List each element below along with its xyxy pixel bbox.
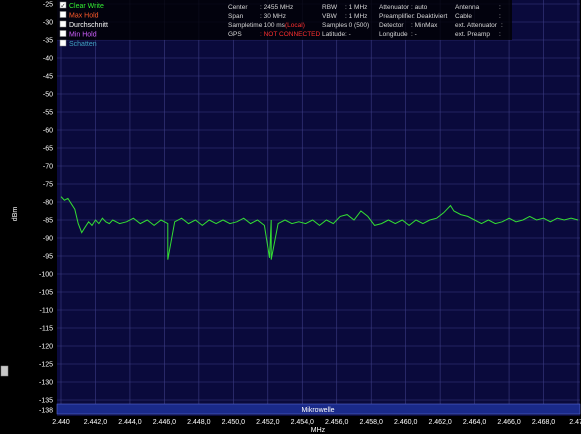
span-label: Span — [228, 13, 244, 20]
center-label: Center — [228, 4, 248, 11]
x-axis-title: MHz — [311, 427, 326, 434]
y-tick-label: -25 — [43, 2, 53, 9]
detector-label: Detector — [379, 22, 404, 29]
scroll-handle[interactable] — [0, 365, 9, 377]
longitude-value: : - — [411, 31, 417, 38]
center-value: : 2455 MHz — [260, 4, 293, 11]
samples-value: : 0 (500) — [345, 22, 369, 29]
y-tick-label: -120 — [39, 344, 53, 351]
latitude-label: Latitude — [322, 31, 346, 38]
y-tick-label: -95 — [43, 254, 53, 261]
y-tick-label: -125 — [39, 362, 53, 369]
ext-preamp-value: : — [499, 31, 501, 38]
rbw-label: RBW — [322, 4, 338, 11]
x-tick-label: 2.462,0 — [428, 419, 451, 426]
antenna-label: Antenna — [455, 4, 480, 11]
x-tick-label: 2.452,0 — [256, 419, 279, 426]
x-tick-label: 2.442,0 — [84, 419, 107, 426]
y-tick-label: -60 — [43, 128, 53, 135]
x-tick-label: 2.444,0 — [118, 419, 141, 426]
x-tick-label: 2.470 — [569, 419, 581, 426]
y-tick-label: -35 — [43, 38, 53, 45]
y-tick-label: -135 — [39, 398, 53, 405]
x-tick-label: 2.448,0 — [187, 419, 210, 426]
gps-value: : NOT CONNECTED — [260, 31, 320, 38]
ext-attenuator-value: : — [501, 22, 503, 29]
x-tick-label: 2.464,0 — [463, 419, 486, 426]
x-tick-label: 2.450,0 — [222, 419, 245, 426]
preamp-value: : Deaktiviert — [413, 13, 448, 20]
rbw-value: : 1 MHz — [345, 4, 367, 11]
legend-checkbox[interactable] — [59, 39, 67, 47]
legend-label: Durchschnitt — [69, 22, 108, 29]
spectrum-chart: -25 -30 -35 -40 -45 -50 -55 -60 -65 -70 -75 -80 -85 -… — [0, 0, 581, 434]
sampletime-label: Sampletime — [228, 22, 263, 29]
legend-label: Min Hold — [69, 32, 97, 39]
ext-attenuator-label: ext. Attenuator — [455, 22, 498, 29]
latitude-value: : - — [345, 31, 351, 38]
y-tick-label: -40 — [43, 56, 53, 63]
detector-value: : MinMax — [411, 22, 438, 29]
x-tick-label: 2.460,0 — [394, 419, 417, 426]
y-tick-label: -30 — [43, 20, 53, 27]
legend-label: Schatten — [69, 41, 97, 48]
x-axis-ticks: 2.440 2.442,0 2.444,0 2.446,0 2.448,0 2.450,0… — [52, 419, 581, 426]
y-tick-label: -50 — [43, 92, 53, 99]
x-tick-label: 2.440 — [52, 419, 70, 426]
legend-checkmark: ✓ — [61, 3, 66, 10]
y-tick-label: -75 — [43, 182, 53, 189]
y-tick-label: -80 — [43, 200, 53, 207]
y-tick-label: -100 — [39, 272, 53, 279]
sampletime-value: : 100 ms — [260, 22, 286, 29]
y-axis-ticks: -25 -30 -35 -40 -45 -50 -55 -60 -65 -70 -75 -80 -85 -… — [39, 2, 53, 415]
preamp-label: Preamplifier — [379, 13, 415, 20]
antenna-value: : — [499, 4, 501, 11]
ext-preamp-label: ext. Preamp — [455, 31, 490, 38]
y-tick-label: -45 — [43, 74, 53, 81]
sampletime-extra: (Local) — [285, 22, 305, 29]
span-value: : 30 MHz — [260, 13, 286, 20]
x-tick-label: 2.456,0 — [325, 419, 348, 426]
x-tick-label: 2.446,0 — [153, 419, 176, 426]
y-tick-label: -138 — [39, 408, 53, 415]
legend-checkbox[interactable] — [59, 20, 67, 28]
y-tick-label: -115 — [40, 326, 54, 333]
y-tick-label: -105 — [39, 290, 53, 297]
vbw-label: VBW — [322, 13, 338, 20]
legend-checkbox[interactable] — [59, 11, 67, 18]
legend-label: Clear Write — [69, 3, 104, 10]
x-tick-label: 2.468,0 — [532, 419, 555, 426]
legend-label: Max Hold — [69, 13, 99, 20]
plot-background — [57, 0, 580, 416]
y-axis-title: dBm — [12, 207, 19, 222]
y-tick-label: -85 — [43, 218, 53, 225]
cable-label: Cable — [455, 13, 472, 20]
longitude-label: Longitude — [379, 31, 408, 38]
y-tick-label: -130 — [39, 380, 53, 387]
x-tick-label: 2.466,0 — [497, 419, 520, 426]
attenuator-label: Attenuator — [379, 4, 410, 11]
y-tick-label: -55 — [43, 110, 53, 117]
y-tick-label: -70 — [43, 164, 53, 171]
y-tick-label: -90 — [43, 236, 53, 243]
band-label: Mikrowelle — [301, 407, 334, 414]
attenuator-value: : auto — [411, 4, 428, 11]
legend-checkbox[interactable] — [59, 30, 67, 37]
vbw-value: : 1 MHz — [345, 13, 367, 20]
spectrum-analyzer-window: -25 -30 -35 -40 -45 -50 -55 -60 -65 -70 -75 -80 -85 -… — [0, 0, 581, 434]
y-tick-label: -65 — [43, 146, 53, 153]
x-tick-label: 2.458,0 — [360, 419, 383, 426]
x-tick-label: 2.454,0 — [291, 419, 314, 426]
gps-label: GPS — [228, 31, 242, 38]
cable-value: : — [499, 13, 501, 20]
y-tick-label: -110 — [40, 308, 54, 315]
